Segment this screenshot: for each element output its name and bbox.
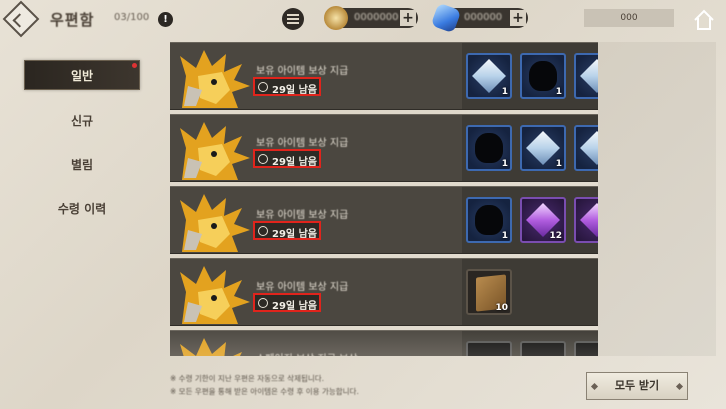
mail-count: 03/100: [114, 12, 150, 23]
reward-items: [462, 331, 598, 356]
note-line: ※ 모든 우편을 통해 받은 아이템은 수령 후 이용 가능합니다.: [170, 387, 359, 396]
reward-item-dark[interactable]: 1: [520, 53, 566, 99]
reward-item-dark[interactable]: 1: [466, 125, 512, 171]
reward-item-black[interactable]: [520, 341, 566, 356]
gold-amount: 0000000: [354, 12, 399, 23]
mail-row[interactable]: 보유 아이템 보상 지급 29일 남음 1 1: [170, 114, 598, 182]
mail-row[interactable]: 보유 아이템 보상 지급 29일 남음 10: [170, 258, 598, 326]
expiry-timer: 29일 남음: [253, 149, 321, 168]
mail-list[interactable]: 보유 아이템 보상 지급 29일 남음 1 1 보유 아이템 보상 지급 29일 남음 1 1…: [170, 42, 598, 356]
clock-icon: [258, 154, 268, 164]
add-crystal-button[interactable]: +: [510, 10, 526, 26]
item-count: 12: [549, 231, 562, 241]
sender-portrait: [178, 334, 252, 356]
reward-item-gem[interactable]: 1: [466, 53, 512, 99]
dark-icon: [475, 133, 503, 163]
item-count: 1: [501, 159, 508, 169]
reward-items: 11: [462, 43, 598, 109]
clock-icon: [258, 82, 268, 92]
reward-item-book[interactable]: 10: [466, 269, 512, 315]
clock-icon: [258, 298, 268, 308]
gem-icon: [580, 131, 598, 165]
back-button[interactable]: [2, 0, 40, 38]
reward-item-black[interactable]: [466, 341, 512, 356]
purple-icon: [580, 203, 598, 237]
expiry-timer: 29일 남음: [253, 293, 321, 312]
reward-item-gem[interactable]: [574, 53, 598, 99]
sidebar: 일반 신규 별림 수령 이력: [0, 38, 160, 368]
gem-icon: [580, 59, 598, 93]
list-side-panel: [598, 42, 716, 356]
gold-coin-icon: [324, 6, 348, 30]
dark-icon: [475, 205, 503, 235]
page-title: 우편함: [50, 11, 95, 29]
sender-portrait: [178, 118, 252, 180]
clock-icon: [258, 226, 268, 236]
add-gold-button[interactable]: +: [400, 10, 416, 26]
reward-item-dark[interactable]: 1: [466, 197, 512, 243]
reward-item-gem[interactable]: 1: [520, 125, 566, 171]
reward-items: 1 12: [462, 187, 598, 253]
item-count: 10: [495, 303, 508, 313]
item-count: 1: [501, 231, 508, 241]
reward-items: 10: [462, 259, 598, 325]
home-icon[interactable]: [692, 8, 716, 32]
item-count: 1: [501, 87, 508, 97]
mail-title: 보유 아이템 보상 지급: [256, 138, 349, 149]
claim-all-button[interactable]: 모두 받기: [586, 372, 688, 400]
reward-item-gem[interactable]: [574, 125, 598, 171]
tab-special[interactable]: 별림: [24, 150, 140, 180]
reward-items: 11: [462, 115, 598, 181]
item-count: 1: [555, 159, 562, 169]
crystal-currency: 000000 +: [430, 2, 528, 34]
info-icon[interactable]: !: [158, 12, 173, 27]
gold-currency: 0000000 +: [324, 6, 418, 30]
tab-general[interactable]: 일반: [24, 60, 140, 90]
sender-portrait: [178, 190, 252, 252]
top-right-label[interactable]: 000: [584, 9, 674, 27]
note-line: ※ 수령 기한이 지난 우편은 자동으로 삭제됩니다.: [170, 374, 325, 383]
expiry-text: 29일 남음: [272, 85, 317, 96]
top-bar: 우편함 03/100 ! 0000000 + 000000 + 000: [0, 0, 726, 38]
footer-notes: ※ 수령 기한이 지난 우편은 자동으로 삭제됩니다. ※ 모든 우편을 통해 …: [170, 372, 359, 398]
blue-crystal-icon: [430, 2, 462, 34]
tab-history[interactable]: 수령 이력: [24, 194, 140, 224]
mail-row[interactable]: 보유 아이템 보상 지급 29일 남음 1 1: [170, 42, 598, 110]
mail-title: 보유 아이템 보상 지급: [256, 210, 349, 221]
expiry-text: 29일 남음: [272, 229, 317, 240]
expiry-timer: 29일 남음: [253, 77, 321, 96]
expiry-text: 29일 남음: [272, 157, 317, 168]
mail-title: 보유 아이템 보상 지급: [256, 282, 349, 293]
reward-item-purple[interactable]: [574, 197, 598, 243]
mail-row[interactable]: 스페이지 보상 지급 보상: [170, 330, 598, 356]
mail-row[interactable]: 보유 아이템 보상 지급 29일 남음 1 12: [170, 186, 598, 254]
mail-title: 보유 아이템 보상 지급: [256, 66, 349, 77]
reward-item-purple[interactable]: 12: [520, 197, 566, 243]
menu-icon[interactable]: [282, 8, 304, 30]
tab-new[interactable]: 신규: [24, 106, 140, 136]
sender-portrait: [178, 46, 252, 108]
expiry-timer: 29일 남음: [253, 221, 321, 240]
dark-icon: [529, 61, 557, 91]
crystal-amount: 000000: [464, 12, 503, 23]
reward-item-black[interactable]: [574, 341, 598, 356]
mail-title: 스페이지 보상 지급 보상: [256, 350, 358, 356]
item-count: 1: [555, 87, 562, 97]
sender-portrait: [178, 262, 252, 324]
expiry-text: 29일 남음: [272, 301, 317, 312]
